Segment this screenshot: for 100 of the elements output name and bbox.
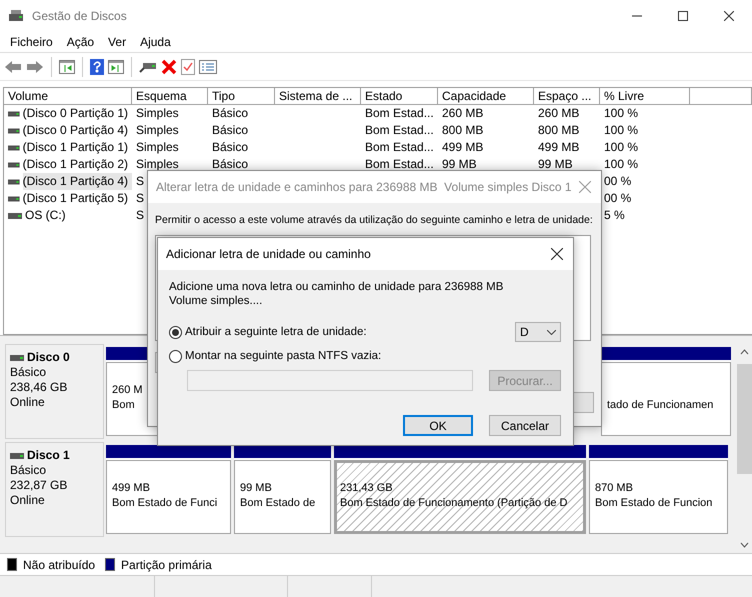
partition-status: Bom <box>112 398 136 413</box>
drive-icon <box>8 178 20 184</box>
column-header[interactable] <box>690 88 752 105</box>
table-cell[interactable]: (Disco 1 Partição 1) <box>22 139 132 156</box>
column-header[interactable]: Espaço ... <box>534 88 600 105</box>
close-icon <box>724 11 734 21</box>
column-header[interactable]: Esquema <box>132 88 208 105</box>
panel-icon[interactable] <box>108 60 124 74</box>
table-cell: 100 % <box>604 139 638 156</box>
maximize-icon <box>678 11 688 21</box>
menu-item[interactable]: Ver <box>101 35 134 49</box>
drive-icon <box>8 212 22 218</box>
table-cell: Bom Estad... <box>365 122 434 139</box>
table-cell: 99 MB <box>538 156 573 173</box>
forward-icon[interactable] <box>26 60 44 74</box>
partition-size: 499 MB <box>112 481 151 496</box>
dialog-button[interactable]: OK <box>403 415 473 436</box>
dialog-title: Adicionar letra de unidade ou caminho <box>166 247 372 261</box>
table-cell: 99 MB <box>442 156 477 173</box>
table-cell: Básico <box>212 105 248 122</box>
table-cell: 800 MB <box>442 122 484 139</box>
table-cell: 260 MB <box>442 105 484 122</box>
radio-label[interactable]: Atribuir a seguinte letra de unidade: <box>185 326 367 338</box>
drive-icon <box>8 128 20 134</box>
radio-icon[interactable] <box>169 350 182 362</box>
drive-icon <box>10 354 24 360</box>
table-cell: 260 MB <box>538 105 580 122</box>
help-icon[interactable] <box>90 58 104 74</box>
partition-size: 260 M <box>112 383 144 398</box>
table-cell[interactable]: (Disco 0 Partição 1) <box>22 105 132 122</box>
partition-size: 99 MB <box>240 481 273 496</box>
menu-item[interactable]: Ação <box>60 35 102 49</box>
properties-icon[interactable] <box>199 60 217 74</box>
table-cell[interactable]: (Disco 1 Partição 5) <box>22 190 132 207</box>
table-cell[interactable]: (Disco 1 Partição 4) <box>22 173 132 190</box>
radio-option[interactable]: Atribuir a seguinte letra de unidade: <box>169 326 367 338</box>
table-cell: S <box>136 190 144 207</box>
dialog-button[interactable]: Cancelar <box>489 415 561 436</box>
dialog-description: Adicione uma nova letra ou caminho de unidade para 236988 MB Volume simples.... <box>169 280 504 308</box>
table-cell: Simples <box>136 105 179 122</box>
partition-status: Bom Estado de Funcion <box>595 496 714 511</box>
window-title: Gestão de Discos <box>32 9 128 23</box>
disk-name: Disco 1 <box>27 448 70 463</box>
menu-item[interactable]: Ajuda <box>133 35 178 49</box>
partition-status: tado de Funcionamen <box>607 398 714 413</box>
partition-size: 870 MB <box>595 481 634 496</box>
table-cell: 5 % <box>604 207 625 224</box>
column-header[interactable]: Sistema de ... <box>275 88 361 105</box>
table-cell: 499 MB <box>442 139 484 156</box>
disk-management-icon <box>8 9 24 23</box>
table-cell: Básico <box>212 139 248 156</box>
back-icon[interactable] <box>4 60 22 74</box>
menu-item[interactable]: Ficheiro <box>3 35 60 49</box>
close-icon[interactable] <box>551 248 563 260</box>
table-cell: Simples <box>136 156 179 173</box>
scroll-down-icon[interactable] <box>740 542 748 548</box>
table-cell: 100 % <box>604 156 638 173</box>
column-header[interactable]: Tipo <box>208 88 275 105</box>
table-cell: 100 % <box>604 122 638 139</box>
dialog-title: Alterar letra de unidade e caminhos para 236988 MB Volume simples Disco 1 <box>156 180 573 194</box>
radio-icon[interactable] <box>169 326 182 338</box>
table-cell: Simples <box>136 122 179 139</box>
drive-icon <box>10 452 24 458</box>
table-cell: S <box>136 207 144 224</box>
partition-block[interactable]: 231,43 GB Bom Estado de Funcionamento (Partição de D <box>334 460 586 534</box>
table-cell: Bom Estad... <box>365 156 434 173</box>
table-cell: 100 % <box>604 105 638 122</box>
disk-type: Básico <box>10 463 48 478</box>
column-header[interactable]: % Livre <box>600 88 690 105</box>
drive-letter-dropdown[interactable]: D <box>515 322 561 342</box>
disk-size: 238,46 GB <box>10 380 68 395</box>
table-cell: 00 % <box>604 190 632 207</box>
scroll-up-icon[interactable] <box>740 349 748 355</box>
chevron-down-icon <box>547 330 556 334</box>
partition-block[interactable]: tado de Funcionamen <box>601 362 731 436</box>
delete-icon[interactable] <box>161 58 177 74</box>
dialog-prompt: Permitir o acesso a este volume através da utilização do seguinte caminho e letra de unidade: <box>155 214 593 226</box>
table-cell: S <box>136 173 144 190</box>
table-cell: 800 MB <box>538 122 580 139</box>
drive-icon <box>8 110 20 116</box>
partition-block[interactable]: 499 MB Bom Estado de Funci <box>106 460 231 534</box>
table-cell: Bom Estad... <box>365 139 434 156</box>
drive-icon <box>8 162 20 168</box>
table-cell: Bom Estad... <box>365 105 434 122</box>
drive-icon <box>8 144 20 150</box>
column-header[interactable]: Estado <box>361 88 438 105</box>
column-header[interactable]: Capacidade <box>438 88 534 105</box>
table-cell[interactable]: (Disco 1 Partição 2) <box>22 156 132 173</box>
check-document-icon[interactable] <box>181 58 195 74</box>
console-tree-icon[interactable] <box>59 60 75 74</box>
partition-block[interactable]: 99 MB Bom Estado de <box>234 460 331 534</box>
table-cell[interactable]: OS (C:) <box>25 207 70 224</box>
disk-type: Básico <box>10 365 48 380</box>
partition-status: Bom Estado de Funci <box>112 496 218 511</box>
disk-size: 232,87 GB <box>10 478 68 493</box>
partition-size: 231,43 GB <box>340 481 394 496</box>
column-header[interactable]: Volume <box>4 88 132 105</box>
partition-block[interactable]: 870 MB Bom Estado de Funcion <box>589 460 728 534</box>
partition-status: Bom Estado de Funcionamento (Partição de D <box>340 496 568 511</box>
table-cell[interactable]: (Disco 0 Partição 4) <box>22 122 132 139</box>
